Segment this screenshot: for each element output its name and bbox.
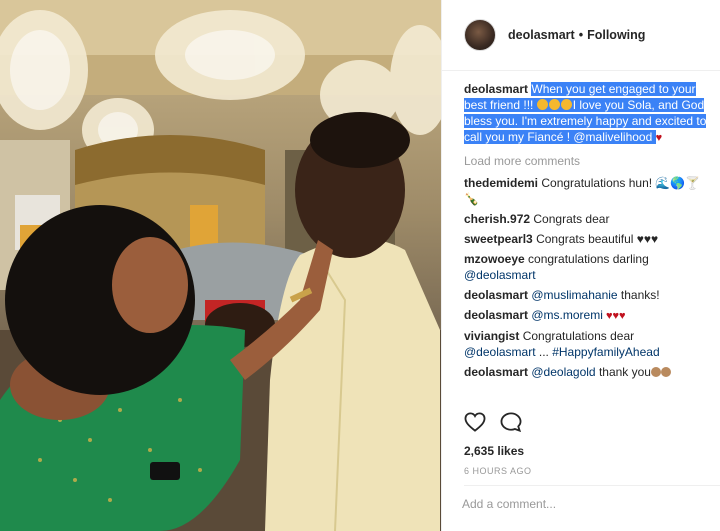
emoji-icon bbox=[536, 99, 548, 110]
post-header: deolasmart • Following bbox=[442, 0, 720, 71]
comment-mention[interactable]: @deolagold bbox=[531, 365, 595, 379]
author-username[interactable]: deolasmart bbox=[508, 28, 575, 42]
emoji-icon bbox=[548, 99, 560, 110]
comment-text: Congratulations dear bbox=[522, 329, 635, 343]
heart-emoji-icon: ♥ bbox=[655, 132, 663, 144]
caption-emojis bbox=[536, 98, 573, 112]
comment-mention[interactable]: @deolasmart bbox=[464, 345, 536, 359]
comment-text: Congrats beautiful ♥♥♥ bbox=[536, 232, 659, 246]
comment-username[interactable]: thedemidemi bbox=[464, 176, 538, 190]
emoji-icon bbox=[660, 367, 671, 377]
post-timestamp[interactable]: 6 HOURS AGO bbox=[464, 466, 532, 476]
comment-username[interactable]: deolasmart bbox=[464, 365, 528, 379]
comment-bubble-icon bbox=[500, 412, 522, 432]
comment-username[interactable]: cherish.972 bbox=[464, 212, 530, 226]
load-more-comments-button[interactable]: Load more comments bbox=[464, 153, 714, 169]
comment-button[interactable] bbox=[500, 412, 522, 432]
caption: deolasmart When you get engaged to your … bbox=[464, 81, 714, 146]
comment-username[interactable]: viviangist bbox=[464, 329, 519, 343]
comment-item: sweetpearl3 Congrats beautiful ♥♥♥ bbox=[464, 231, 714, 247]
likes-count[interactable]: 2,635 likes bbox=[464, 444, 524, 458]
comment-item: thedemidemi Congratulations hun! 🌊🌎🍸🍾 bbox=[464, 175, 714, 207]
comments-list: deolasmart When you get engaged to your … bbox=[464, 80, 714, 384]
comment-item: deolasmart @deolagold thank you bbox=[464, 364, 714, 380]
heart-outline-icon bbox=[464, 412, 486, 432]
action-bar bbox=[464, 412, 522, 432]
comment-item: viviangist Congratulations dear @deolasm… bbox=[464, 328, 714, 360]
comment-item: cherish.972 Congrats dear bbox=[464, 211, 714, 227]
divider bbox=[464, 485, 720, 486]
post-photo[interactable] bbox=[0, 0, 441, 531]
comment-item: deolasmart @ms.moremi ♥♥♥ bbox=[464, 307, 714, 324]
add-comment-input[interactable] bbox=[462, 497, 702, 511]
comment-mention[interactable]: @deolasmart bbox=[464, 268, 536, 282]
comment-text: Congrats dear bbox=[533, 212, 610, 226]
comment-text-ellipsis: ... bbox=[535, 345, 553, 359]
comment-item: mzowoeye congratulations darling @deolas… bbox=[464, 251, 714, 283]
avatar[interactable] bbox=[464, 19, 496, 51]
comment-text: ♥♥♥ bbox=[602, 310, 626, 322]
caption-mention[interactable]: @malivelihood bbox=[573, 130, 653, 144]
post-sidebar: deolasmart • Following deolasmart When y… bbox=[441, 0, 720, 531]
comment-text: congratulations darling bbox=[528, 252, 649, 266]
comment-username[interactable]: sweetpearl3 bbox=[464, 232, 533, 246]
comment-item: deolasmart @muslimahanie thanks! bbox=[464, 287, 714, 303]
emoji-icon bbox=[650, 367, 661, 377]
caption-username[interactable]: deolasmart bbox=[464, 82, 528, 96]
comment-mention[interactable]: @ms.moremi bbox=[531, 308, 603, 322]
following-button[interactable]: Following bbox=[587, 28, 645, 42]
comment-username[interactable]: mzowoeye bbox=[464, 252, 525, 266]
comment-username[interactable]: deolasmart bbox=[464, 288, 528, 302]
comment-text: thanks! bbox=[617, 288, 660, 302]
comment-hashtag[interactable]: #HappyfamilyAhead bbox=[552, 345, 659, 359]
emoji-icon bbox=[560, 99, 572, 110]
comment-mention[interactable]: @muslimahanie bbox=[531, 288, 617, 302]
comment-text: thank you bbox=[595, 365, 651, 379]
comment-username[interactable]: deolasmart bbox=[464, 308, 528, 322]
header-separator: • bbox=[578, 28, 584, 42]
photo-scene bbox=[0, 0, 441, 531]
like-button[interactable] bbox=[464, 412, 486, 432]
